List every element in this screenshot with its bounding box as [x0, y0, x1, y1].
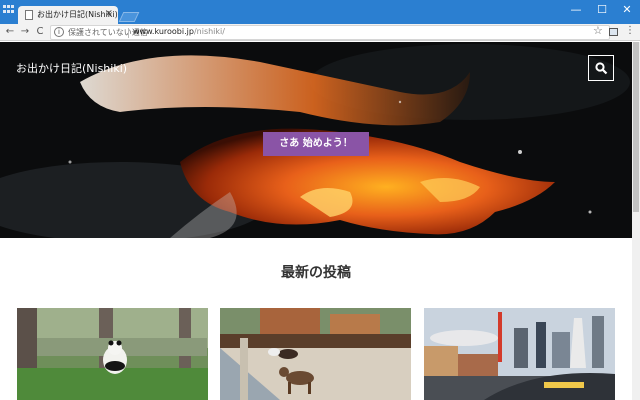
hero-banner: お出かけ日記(Nishiki) さあ 始めよう！ — [0, 42, 632, 238]
browser-menu-icon[interactable]: ⋮ — [625, 25, 635, 36]
minimize-button[interactable]: — — [566, 2, 586, 18]
close-button[interactable]: ✕ — [617, 2, 637, 18]
ponies-photo — [220, 308, 411, 400]
city-model-photo — [424, 308, 615, 400]
section-title: 最新の投稿 — [281, 265, 351, 281]
url-separator — [128, 28, 129, 38]
panda-photo — [17, 308, 208, 400]
maximize-button[interactable]: ☐ — [592, 2, 612, 18]
site-title[interactable]: お出かけ日記(Nishiki) — [16, 60, 127, 76]
browser-tab[interactable]: お出かけ日記(Nishiki) × — [18, 6, 118, 24]
window-titlebar: お出かけ日記(Nishiki) × — ☐ ✕ — [0, 0, 640, 24]
bookmark-star-icon[interactable]: ☆ — [593, 24, 603, 37]
post-thumbnail-city[interactable] — [424, 308, 615, 400]
post-thumbnail-panda[interactable] — [17, 308, 208, 400]
new-tab-button[interactable] — [118, 12, 140, 22]
url-text[interactable]: www.kuroobi.jp/nishiki/ — [133, 27, 225, 36]
address-bar[interactable]: i 保護されていない通信 www.kuroobi.jp/nishiki/ — [50, 25, 610, 40]
search-button[interactable] — [588, 55, 614, 81]
scrollbar-thumb[interactable] — [633, 42, 639, 212]
tab-close-icon[interactable]: × — [105, 8, 113, 19]
page-icon — [25, 10, 33, 20]
forward-icon[interactable]: → — [18, 25, 32, 39]
page-scrollbar[interactable] — [632, 42, 640, 400]
browser-toolbar: ← → C i 保護されていない通信 www.kuroobi.jp/nishik… — [0, 24, 640, 41]
search-icon — [595, 62, 608, 75]
post-thumbnail-ponies[interactable] — [220, 308, 411, 400]
url-path: /nishiki/ — [193, 27, 225, 36]
reload-icon[interactable]: C — [33, 25, 47, 39]
app-menu-icon[interactable] — [3, 5, 14, 19]
info-icon[interactable]: i — [54, 27, 64, 37]
extension-icon[interactable] — [609, 28, 618, 36]
back-icon[interactable]: ← — [3, 25, 17, 39]
get-started-button[interactable]: さあ 始めよう！ — [263, 132, 369, 156]
url-host: www.kuroobi.jp — [133, 27, 194, 36]
